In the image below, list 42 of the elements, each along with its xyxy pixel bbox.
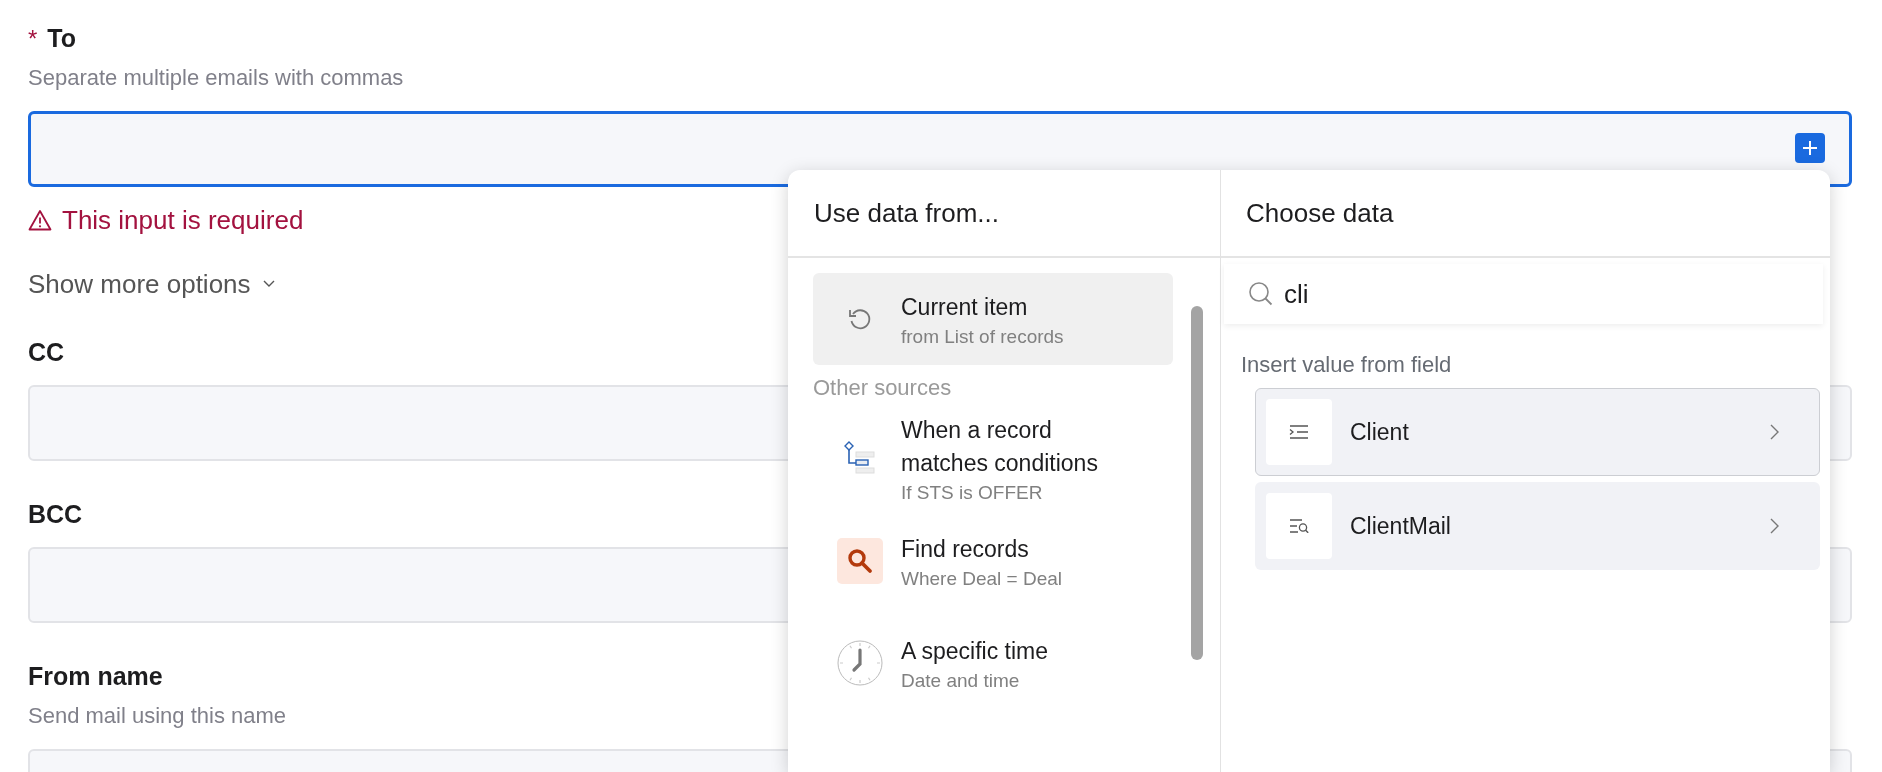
field-label: To (47, 23, 77, 53)
field-label: CC (28, 337, 65, 367)
required-asterisk: * (28, 25, 38, 53)
plus-icon (1803, 141, 1817, 155)
chevron-right-icon (1770, 424, 1779, 440)
source-subtitle: Date and time (901, 669, 1021, 692)
source-subtitle: If STS is OFFER (901, 482, 1044, 504)
source-item[interactable]: When a record matches conditions If STS is OFFER (813, 413, 1173, 505)
source-item[interactable]: Current item from List of records (813, 273, 1173, 365)
source-title: A specific time (901, 636, 1049, 666)
panel-title: Use data from... (788, 170, 1220, 258)
source-subtitle: Where Deal = Deal (901, 567, 1064, 590)
panel-title: Choose data (1221, 170, 1830, 258)
list-search-icon (1266, 493, 1332, 559)
search-field[interactable]: cli (1284, 278, 1344, 310)
source-item[interactable]: A specific time Date and time (813, 617, 1173, 709)
source-title: Current item (901, 292, 1029, 322)
field-label: BCC (28, 499, 83, 529)
section-heading: Other sources (813, 375, 953, 401)
scrollbar-thumb[interactable] (1191, 306, 1203, 660)
chevron-right-icon (1770, 518, 1779, 534)
search-icon (1248, 281, 1274, 307)
add-button[interactable] (1795, 133, 1825, 163)
chevron-down-icon (262, 280, 275, 288)
error-message: This input is required (62, 205, 304, 235)
source-subtitle: from List of records (901, 325, 1065, 348)
field-option[interactable]: ClientMail (1255, 482, 1820, 570)
helper-text: Separate multiple emails with commas (28, 65, 405, 91)
section-heading: Insert value from field (1241, 352, 1453, 378)
source-title: When a record matches conditions (901, 416, 1099, 478)
source-item[interactable]: Find records Where Deal = Deal (813, 515, 1173, 607)
field-option[interactable]: Client (1255, 388, 1820, 476)
undo-arrow-icon (847, 306, 873, 332)
field-label: From name (28, 661, 163, 691)
branch-icon (844, 441, 876, 477)
search-icon (837, 538, 883, 584)
source-title: Find records (901, 534, 1030, 564)
indented-lines-icon (1266, 399, 1332, 465)
helper-text: Send mail using this name (28, 703, 288, 729)
show-more-options-toggle[interactable]: Show more options (28, 269, 275, 299)
clock-icon (837, 640, 883, 686)
warning-icon (28, 209, 52, 231)
